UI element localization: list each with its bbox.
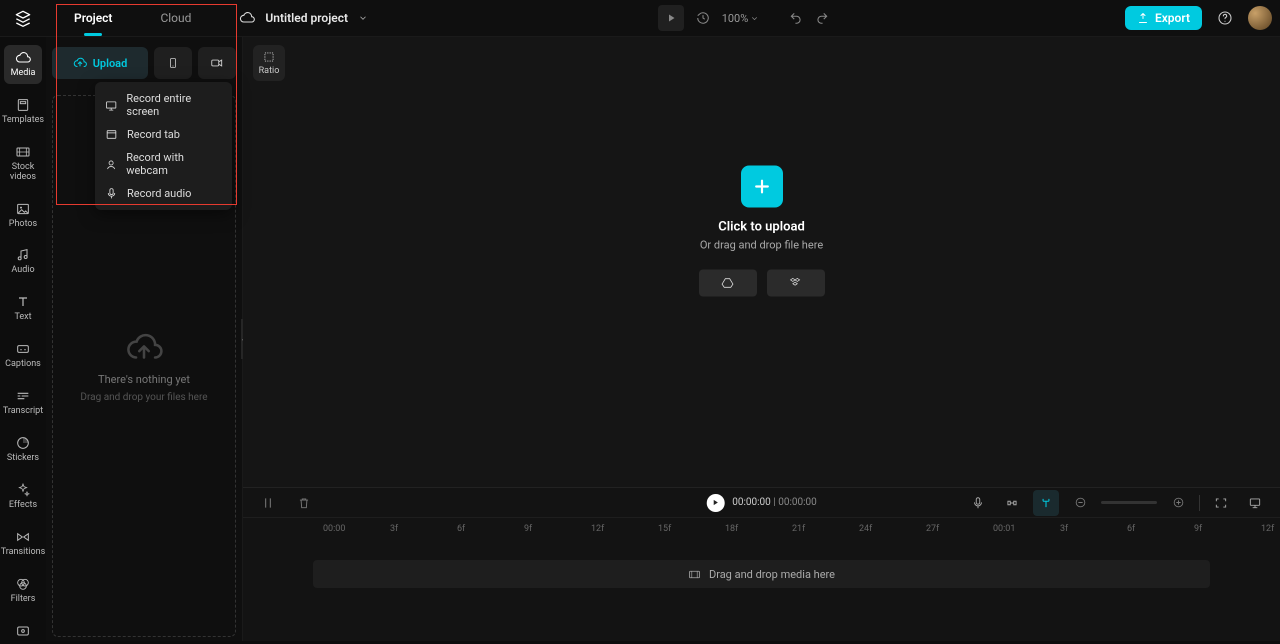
record-menu: Record entire screen Record tab Record w…	[95, 82, 232, 210]
upload-title: Click to upload	[718, 219, 805, 234]
ruler-tick: 24f	[859, 524, 872, 534]
preview-screen-button[interactable]	[1242, 490, 1268, 516]
ruler-tick: 3f	[390, 524, 398, 534]
empty-subtitle: Drag and drop your files here	[80, 392, 207, 403]
record-entire-screen[interactable]: Record entire screen	[95, 87, 232, 123]
zoom-in-button[interactable]	[1165, 490, 1191, 516]
tab-cloud[interactable]: Cloud	[136, 0, 215, 36]
rail-media[interactable]: Media	[4, 45, 42, 84]
timeline-play-button[interactable]	[706, 494, 724, 512]
ruler-tick: 12f	[591, 524, 604, 534]
rail-transitions[interactable]: Transitions	[4, 524, 42, 563]
divider	[1199, 495, 1200, 511]
zoom-slider[interactable]	[1101, 501, 1157, 504]
upload-button[interactable]: Upload	[52, 47, 148, 79]
left-rail: Media Templates Stock videos Photos Audi…	[0, 37, 46, 641]
empty-title: There's nothing yet	[98, 373, 190, 386]
rail-transcript[interactable]: Transcript	[4, 383, 42, 422]
rail-captions[interactable]: Captions	[4, 336, 42, 375]
app-logo[interactable]	[8, 3, 38, 33]
fit-button[interactable]	[1208, 490, 1234, 516]
ruler-tick: 6f	[1127, 524, 1135, 534]
rail-filters[interactable]: Filters	[4, 571, 42, 610]
export-button[interactable]: Export	[1125, 6, 1202, 30]
ruler-tick: 9f	[524, 524, 532, 534]
zoom-level[interactable]: 100%	[722, 12, 760, 25]
help-icon[interactable]	[1212, 5, 1238, 31]
avatar[interactable]	[1248, 6, 1272, 30]
record-button[interactable]	[198, 47, 236, 79]
rail-effects[interactable]: Effects	[4, 477, 42, 516]
ruler-tick: 27f	[926, 524, 939, 534]
timecode: 00:00:00 | 00:00:00	[732, 497, 817, 508]
project-title[interactable]: Untitled project	[265, 11, 348, 25]
snap-button[interactable]	[999, 490, 1025, 516]
dropbox-button[interactable]	[767, 269, 825, 296]
ruler-tick: 00:01	[993, 524, 1015, 534]
preview-play-button[interactable]	[658, 5, 684, 31]
split-button[interactable]	[255, 490, 281, 516]
ruler-tick: 3f	[1060, 524, 1068, 534]
delete-button[interactable]	[291, 490, 317, 516]
ruler-tick: 00:00	[323, 524, 345, 534]
tab-project[interactable]: Project	[50, 0, 136, 36]
rail-stickers[interactable]: Stickers	[4, 430, 42, 469]
ruler-tick: 15f	[658, 524, 671, 534]
ruler-tick: 6f	[457, 524, 465, 534]
track-dropzone[interactable]: Drag and drop media here	[313, 560, 1210, 588]
upload-phone-button[interactable]	[154, 47, 192, 79]
timeline-ruler[interactable]: 00:00 3f 6f 9f 12f 15f 18f 21f 24f 27f 00:01 3f 6f 9f…	[243, 518, 1280, 540]
history-icon[interactable]	[690, 5, 716, 31]
redo-button[interactable]	[809, 5, 835, 31]
rail-templates[interactable]: Templates	[4, 92, 42, 131]
rail-text[interactable]: Text	[4, 289, 42, 328]
record-audio[interactable]: Record audio	[95, 182, 232, 205]
ruler-tick: 12f	[1261, 524, 1274, 534]
ruler-tick: 18f	[725, 524, 738, 534]
record-tab[interactable]: Record tab	[95, 123, 232, 146]
ruler-tick: 9f	[1194, 524, 1202, 534]
chevron-down-icon[interactable]	[358, 13, 368, 23]
canvas: Ratio Click to upload Or drag and drop f…	[243, 37, 1280, 487]
rail-audio[interactable]: Audio	[4, 242, 42, 281]
magnet-button[interactable]	[1033, 490, 1059, 516]
rail-brand[interactable]	[4, 618, 42, 644]
ruler-tick: 21f	[792, 524, 805, 534]
upload-subtitle: Or drag and drop file here	[700, 238, 823, 251]
rail-stock-videos[interactable]: Stock videos	[4, 139, 42, 188]
record-webcam[interactable]: Record with webcam	[95, 146, 232, 182]
rail-photos[interactable]: Photos	[4, 196, 42, 235]
topbar: Project Cloud Untitled project 100%	[0, 0, 1280, 37]
voiceover-button[interactable]	[965, 490, 991, 516]
cloud-icon	[239, 10, 255, 26]
google-drive-button[interactable]	[699, 269, 757, 296]
ratio-button[interactable]: Ratio	[253, 45, 285, 81]
undo-button[interactable]	[783, 5, 809, 31]
zoom-out-button[interactable]	[1067, 490, 1093, 516]
timeline: 00:00:00 | 00:00:00	[243, 487, 1280, 641]
upload-tile[interactable]	[741, 165, 783, 207]
timeline-toolbar: 00:00:00 | 00:00:00	[243, 488, 1280, 518]
